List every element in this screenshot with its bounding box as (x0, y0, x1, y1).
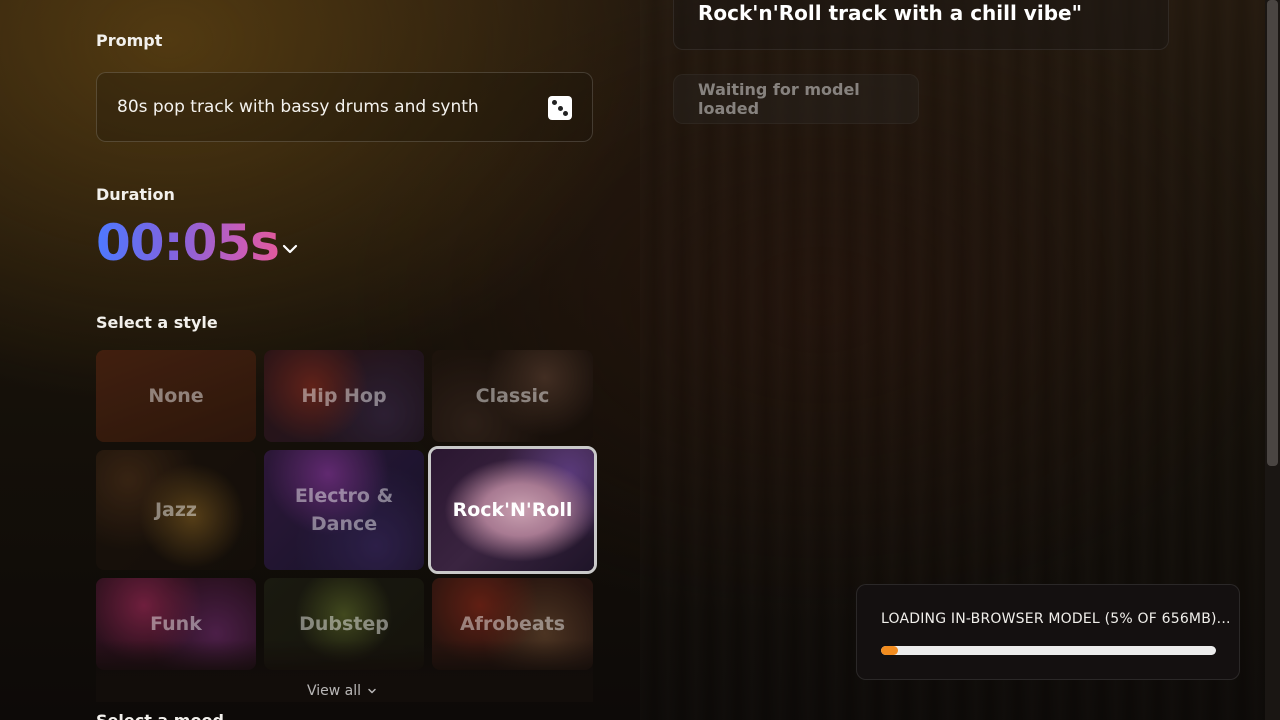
style-tile-label: Hip Hop (301, 385, 387, 407)
style-tile-label: Afrobeats (459, 613, 566, 635)
style-tile-label: Jazz (154, 499, 197, 521)
loader-progress-bar (881, 646, 1216, 655)
prompt-input-value[interactable]: 80s pop track with bassy drums and synth (117, 97, 479, 117)
view-all-button[interactable]: View all (307, 683, 377, 699)
mood-label: Select a mood (96, 711, 224, 720)
chevron-down-icon (368, 688, 376, 694)
style-tile-label: Rock'N'Roll (452, 499, 573, 521)
style-tile-electro-dance[interactable]: Electro & Dance (264, 450, 424, 570)
chevron-down-icon[interactable] (281, 240, 299, 258)
style-tile-label: Funk (150, 613, 202, 635)
style-label: Select a style (96, 313, 218, 332)
style-tile-rock-n-roll[interactable]: Rock'N'Roll (428, 446, 597, 574)
style-tile-hip-hop[interactable]: Hip Hop (264, 350, 424, 442)
style-tile-none[interactable]: None (96, 350, 256, 442)
style-tile-jazz[interactable]: Jazz (96, 450, 256, 570)
scrollbar-thumb[interactable] (1267, 0, 1278, 466)
style-tile-label: Classic (475, 385, 550, 407)
view-all-label: View all (307, 683, 362, 699)
style-tile-label: None (148, 385, 204, 407)
prompt-input[interactable]: 80s pop track with bassy drums and synth (96, 72, 593, 142)
style-tile-funk[interactable]: Funk (96, 578, 256, 670)
model-loader-panel: LOADING IN-BROWSER MODEL (5% OF 656MB)..… (856, 584, 1240, 680)
result-card: Rock'n'Roll track with a chill vibe" (673, 0, 1169, 50)
duration-value[interactable]: 00:05s (96, 214, 280, 272)
loader-progress-fill (881, 646, 898, 655)
waiting-status-button: Waiting for model loaded (673, 74, 919, 124)
style-tile-classic[interactable]: Classic (432, 350, 593, 442)
waiting-status-label: Waiting for model loaded (698, 80, 860, 118)
style-tile-label: Electro & Dance (294, 485, 394, 535)
duration-label: Duration (96, 185, 175, 204)
style-grid: None Hip Hop Classic Jazz Electro & Danc… (96, 350, 597, 700)
result-text: Rock'n'Roll track with a chill vibe" (698, 1, 1083, 25)
prompt-label: Prompt (96, 31, 163, 50)
loader-text: LOADING IN-BROWSER MODEL (5% OF 656MB)..… (881, 611, 1231, 627)
style-tile-afrobeats[interactable]: Afrobeats (432, 578, 593, 670)
style-tile-dubstep[interactable]: Dubstep (264, 578, 424, 670)
dice-icon[interactable] (548, 96, 572, 120)
style-tile-label: Dubstep (299, 613, 389, 635)
